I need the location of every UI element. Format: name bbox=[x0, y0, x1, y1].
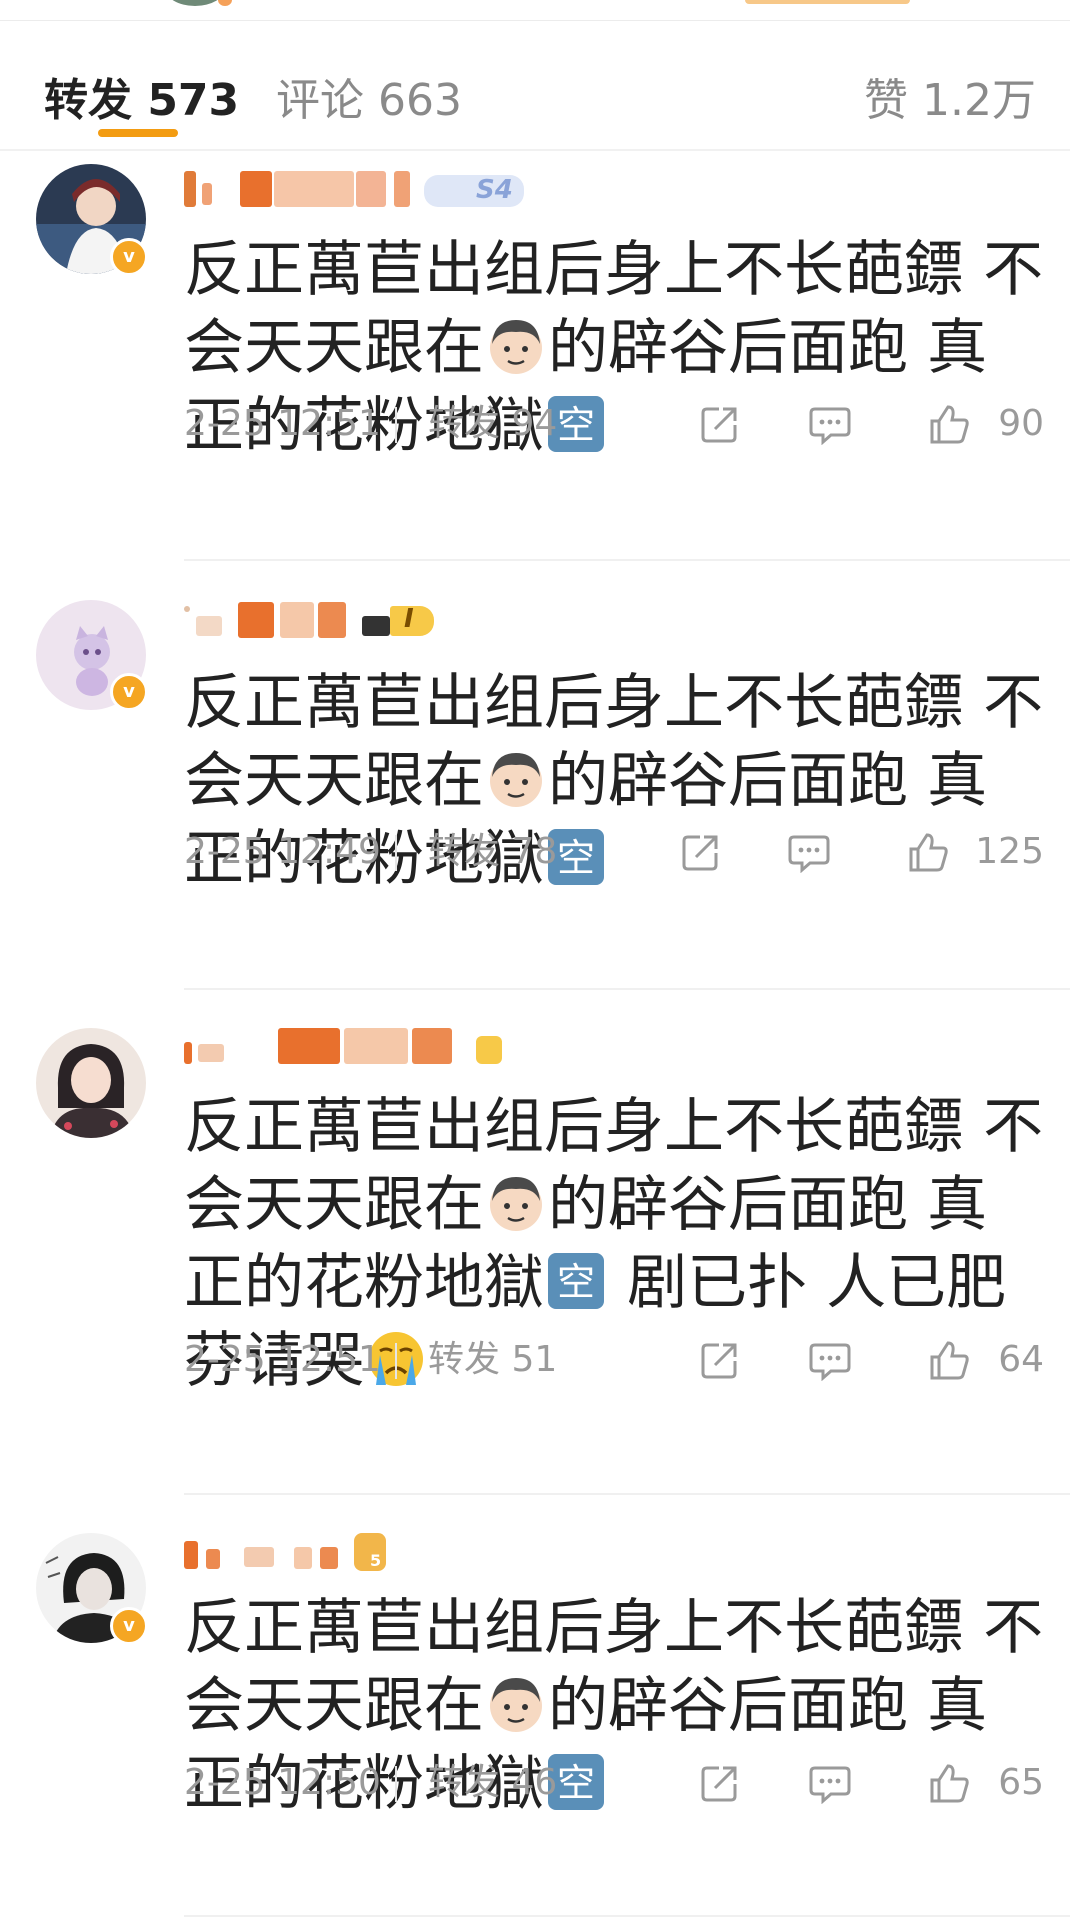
meta-separator bbox=[395, 407, 397, 443]
list-item: v 5 反正萬苣出组后身上不长葩鏢 不会天天跟在 的辟谷后面跑 真正的花粉地獄空 … bbox=[0, 1511, 1070, 1923]
man-face-emoji bbox=[490, 753, 542, 807]
active-tab-indicator bbox=[98, 129, 178, 137]
comment-icon[interactable] bbox=[809, 403, 851, 445]
item-divider bbox=[184, 559, 1070, 561]
repost-count[interactable]: 转发 78 bbox=[428, 827, 557, 877]
tab-likes[interactable]: 赞 1.2万 bbox=[864, 73, 1036, 129]
item-divider bbox=[184, 1493, 1070, 1495]
repost-count[interactable]: 转发 46 bbox=[428, 1758, 557, 1808]
avatar[interactable] bbox=[36, 1028, 146, 1138]
username-obscured[interactable] bbox=[184, 1028, 514, 1072]
thumbs-up-icon[interactable] bbox=[928, 1339, 970, 1381]
comment-icon[interactable] bbox=[809, 1339, 851, 1381]
man-face-emoji bbox=[490, 1678, 542, 1732]
username-obscured[interactable]: I bbox=[184, 602, 454, 646]
comment-meta: 2-25 12:51 转发 51 64 bbox=[184, 1335, 1044, 1385]
interaction-tabs: 转发 573 评论 663 赞 1.2万 bbox=[0, 21, 1070, 149]
repost-list: v S4 反正萬苣出组后身上不长葩鏢 不会天天跟在 的辟谷后面跑 真正的花粉地獄空… bbox=[0, 151, 1070, 1923]
man-face-emoji bbox=[490, 320, 542, 374]
like-count: 125 bbox=[975, 831, 1044, 872]
username-obscured[interactable]: 5 bbox=[184, 1533, 414, 1577]
comment-icon[interactable] bbox=[788, 831, 830, 873]
verified-badge-icon: v bbox=[110, 1607, 148, 1645]
repost-count[interactable]: 转发 51 bbox=[428, 1335, 557, 1385]
verified-badge-icon: v bbox=[110, 673, 148, 711]
verified-badge-icon: v bbox=[110, 238, 148, 276]
meta-separator bbox=[395, 835, 397, 871]
thumbs-up-icon[interactable] bbox=[928, 403, 970, 445]
timestamp: 2-25 12:49 bbox=[184, 831, 381, 872]
timestamp: 2-25 12:51 bbox=[184, 403, 381, 444]
share-icon[interactable] bbox=[699, 1339, 741, 1381]
like-count: 65 bbox=[998, 1762, 1044, 1803]
thumbs-up-icon[interactable] bbox=[928, 1762, 970, 1804]
post-author-avatar-fragment bbox=[165, 0, 225, 6]
comment-meta: 2-25 12:49 转发 78 125 bbox=[184, 827, 1044, 877]
username-obscured[interactable]: S4 bbox=[184, 171, 524, 215]
kong-emoji: 空 bbox=[548, 1253, 604, 1309]
share-icon[interactable] bbox=[699, 403, 741, 445]
timestamp: 2-25 12:51 bbox=[184, 1339, 381, 1380]
meta-separator bbox=[395, 1343, 397, 1379]
timestamp: 2-25 12:50 bbox=[184, 1762, 381, 1803]
item-divider bbox=[184, 988, 1070, 990]
repost-count[interactable]: 转发 94 bbox=[428, 399, 557, 449]
meta-separator bbox=[395, 1766, 397, 1802]
thumbs-up-icon[interactable] bbox=[907, 831, 949, 873]
comment-icon[interactable] bbox=[809, 1762, 851, 1804]
list-item: v I 反正萬苣出组后身上不长葩鏢 不会天天跟在 的辟谷后面跑 真正的花粉地獄空 … bbox=[0, 582, 1070, 1006]
tab-comments[interactable]: 评论 663 bbox=[276, 73, 462, 129]
comment-meta: 2-25 12:51 转发 94 90 bbox=[184, 399, 1044, 449]
follow-button-fragment bbox=[745, 0, 910, 4]
svg-text:空: 空 bbox=[557, 1260, 595, 1304]
tab-repost[interactable]: 转发 573 bbox=[44, 73, 239, 129]
share-icon[interactable] bbox=[699, 1762, 741, 1804]
like-count: 64 bbox=[998, 1339, 1044, 1380]
like-count: 90 bbox=[998, 403, 1044, 444]
verified-badge-fragment bbox=[218, 0, 232, 6]
previous-content-fragment bbox=[0, 0, 1070, 20]
list-item: 反正萬苣出组后身上不长葩鏢 不会天天跟在 的辟谷后面跑 真正的花粉地獄空 剧已扑 … bbox=[0, 1006, 1070, 1511]
comment-meta: 2-25 12:50 转发 46 65 bbox=[184, 1758, 1044, 1808]
share-icon[interactable] bbox=[680, 831, 722, 873]
man-face-emoji bbox=[490, 1177, 542, 1231]
item-divider bbox=[184, 1915, 1070, 1917]
list-item: v S4 反正萬苣出组后身上不长葩鏢 不会天天跟在 的辟谷后面跑 真正的花粉地獄空… bbox=[0, 151, 1070, 582]
